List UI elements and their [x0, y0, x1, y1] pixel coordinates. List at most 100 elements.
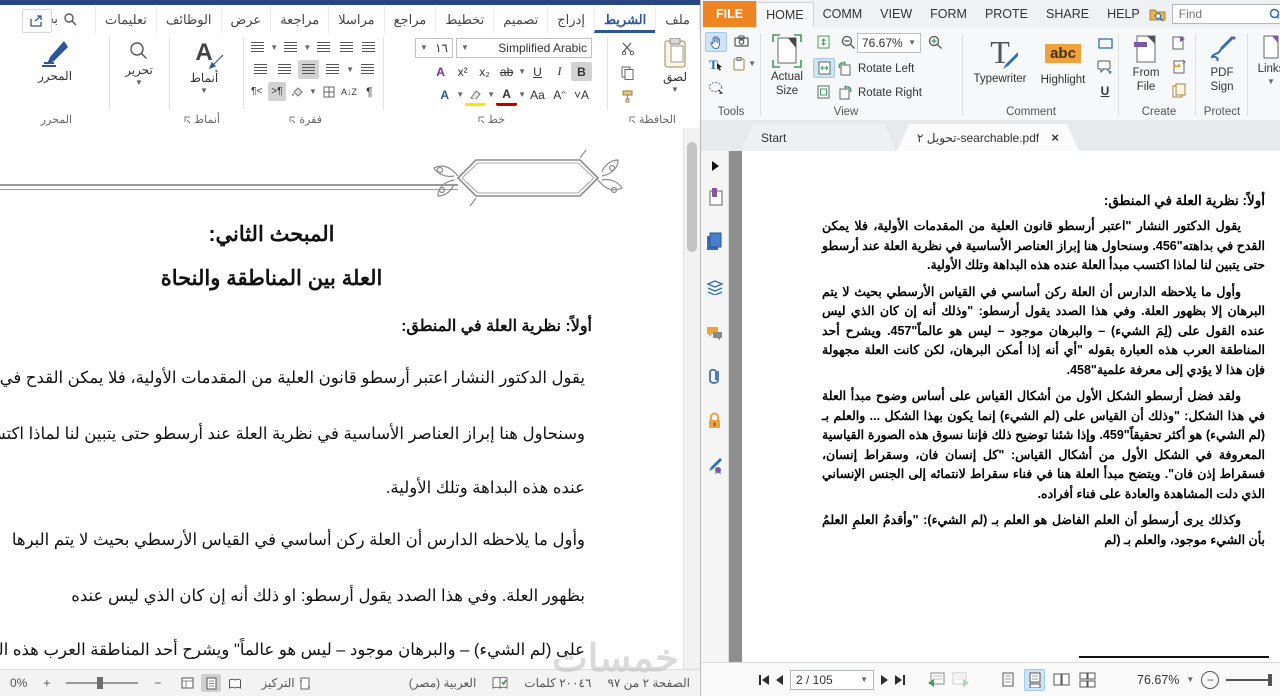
pdf-sign-button[interactable]: PDF Sign — [1201, 34, 1243, 95]
grow-font-button[interactable]: Aᵔ — [549, 86, 570, 105]
page-indicator[interactable]: الصفحة ٢ من ٩٧ — [607, 676, 690, 690]
active-document-tab[interactable]: تحويل ٢-searchable.pdf × — [897, 124, 1079, 151]
shading-button[interactable] — [289, 82, 306, 101]
dialog-launcher-icon[interactable] — [288, 116, 296, 124]
sort-button[interactable]: A↓Z — [340, 82, 357, 101]
create-blank-button[interactable] — [1169, 33, 1189, 51]
foxit-tab-view[interactable]: VIEW — [871, 1, 921, 27]
italic-button[interactable]: I — [549, 62, 570, 81]
shrink-font-button[interactable]: A˅ — [571, 86, 592, 105]
word-tab-review[interactable]: مراجعة — [270, 5, 328, 33]
dialog-launcher-icon[interactable] — [628, 116, 636, 124]
word-count[interactable]: ٢٠٠٤٦ كلمات — [524, 676, 591, 690]
continuous-facing-view-button[interactable] — [1078, 670, 1097, 690]
align-left-button[interactable] — [250, 60, 271, 79]
bullets-button[interactable] — [314, 38, 333, 57]
foxit-tab-help[interactable]: HELP — [1098, 1, 1149, 27]
proofing-status[interactable] — [492, 676, 508, 690]
zoom-in-button[interactable] — [925, 33, 945, 51]
multilevel-list-button[interactable] — [248, 38, 267, 57]
pdf-page[interactable]: أولاً: نظرية العلة في المنطق: يقول الدكت… — [742, 151, 1280, 662]
increase-indent-button[interactable] — [337, 38, 356, 57]
strikethrough-button[interactable]: ab — [496, 62, 517, 81]
clipboard-tool-button[interactable]: ▼ — [729, 55, 756, 73]
security-panel-icon[interactable] — [705, 410, 724, 430]
create-combine-button[interactable] — [1169, 81, 1189, 99]
justify-button[interactable] — [298, 60, 320, 79]
zoom-out-button[interactable]: − — [154, 676, 161, 690]
underline-button[interactable]: U — [527, 62, 548, 81]
actual-size-button[interactable]: Actual Size — [765, 34, 809, 99]
copy-button[interactable] — [617, 63, 638, 82]
rotate-left-button[interactable]: Rotate Left — [837, 61, 914, 76]
dialog-launcher-icon[interactable] — [477, 116, 485, 124]
close-icon[interactable]: × — [1051, 131, 1059, 144]
note-comment-button[interactable] — [1095, 58, 1115, 76]
text-effects-button[interactable]: A — [434, 86, 455, 105]
font-color-button[interactable]: A — [496, 84, 518, 106]
read-mode-button[interactable] — [225, 674, 245, 692]
font-name-combo[interactable]: Simplified Arabic ▼ — [456, 38, 592, 58]
foxit-tab-share[interactable]: SHARE — [1037, 1, 1098, 27]
word-tab-file[interactable]: ملف — [655, 5, 700, 33]
links-button[interactable]: Links ▼ — [1253, 34, 1280, 86]
zoom-out-button[interactable] — [838, 33, 858, 51]
zoom-slider[interactable] — [1226, 673, 1273, 686]
paste-button[interactable]: لصق ▼ — [662, 38, 688, 94]
next-view-button[interactable] — [952, 672, 970, 687]
highlight-button[interactable]: abc Highlight — [1035, 36, 1091, 86]
comments-panel-icon[interactable] — [705, 323, 724, 343]
folder-search-icon[interactable] — [1149, 7, 1166, 22]
start-tab[interactable]: Start — [741, 124, 896, 151]
text-highlight-button[interactable] — [465, 84, 487, 106]
share-button[interactable] — [22, 9, 52, 33]
word-tab-mailings[interactable]: مراسلا — [328, 5, 383, 33]
borders-button[interactable] — [320, 82, 337, 101]
align-center-button[interactable] — [274, 60, 295, 79]
word-tab-addins[interactable]: الوظائف — [155, 5, 221, 33]
language-indicator[interactable]: العربية (مصر) — [409, 676, 477, 690]
styles-button[interactable]: A أنماط ▼ — [176, 39, 232, 95]
word-tab-layout[interactable]: تخطيط — [435, 5, 493, 33]
zoom-slider[interactable] — [66, 677, 139, 689]
zoom-percentage[interactable]: 0% — [10, 676, 27, 690]
zoom-slider-thumb[interactable] — [96, 677, 103, 689]
fit-page-button[interactable] — [813, 33, 833, 51]
previous-page-button[interactable] — [776, 674, 783, 685]
ltr-direction-button[interactable]: >¶ — [248, 82, 265, 101]
hand-tool-button[interactable] — [705, 32, 727, 52]
foxit-tab-comment[interactable]: COMM — [814, 1, 872, 27]
bold-button[interactable]: B — [571, 62, 592, 81]
pilcrow-button[interactable]: ¶ — [361, 82, 378, 101]
continuous-view-button[interactable] — [1024, 668, 1045, 691]
zoom-in-button[interactable]: + — [43, 676, 50, 690]
snapshot-button[interactable] — [731, 32, 751, 50]
align-right-button[interactable] — [322, 60, 343, 79]
rectangle-annotation-button[interactable] — [1095, 34, 1115, 52]
pages-panel-icon[interactable] — [705, 231, 724, 251]
next-page-button[interactable] — [881, 674, 888, 685]
previous-view-button[interactable] — [927, 672, 945, 687]
word-tab-insert[interactable]: إدراج — [547, 5, 594, 33]
editing-button[interactable]: تحرير ▼ — [116, 41, 162, 87]
foxit-tab-file[interactable]: FILE — [703, 1, 757, 27]
lasso-select-button[interactable] — [705, 78, 725, 96]
attachments-panel-icon[interactable] — [705, 366, 724, 386]
bookmarks-panel-icon[interactable] — [705, 187, 724, 207]
word-document-page[interactable]: المبحث الثاني: العلة بين المناطقة والنحا… — [0, 128, 684, 669]
line-spacing-button[interactable] — [357, 60, 378, 79]
foxit-tab-home[interactable]: HOME — [756, 2, 814, 28]
zoom-out-button[interactable]: − — [1201, 670, 1220, 689]
font-size-combo[interactable]: ١٦ ▼ — [415, 38, 453, 58]
word-tab-view[interactable]: عرض — [220, 5, 271, 33]
numbering-button[interactable] — [281, 38, 300, 57]
rotate-right-button[interactable]: Rotate Right — [837, 85, 922, 100]
word-tab-home[interactable]: الشريط — [593, 5, 656, 33]
subscript-button[interactable]: x₂ — [474, 62, 495, 81]
single-page-view-button[interactable] — [998, 670, 1017, 690]
editor-button[interactable]: المحرر — [22, 39, 88, 83]
decrease-indent-button[interactable] — [359, 38, 378, 57]
create-from-scanner-button[interactable] — [1169, 57, 1189, 75]
word-tab-design[interactable]: تصميم — [493, 5, 547, 33]
fit-width-button[interactable] — [813, 58, 835, 78]
